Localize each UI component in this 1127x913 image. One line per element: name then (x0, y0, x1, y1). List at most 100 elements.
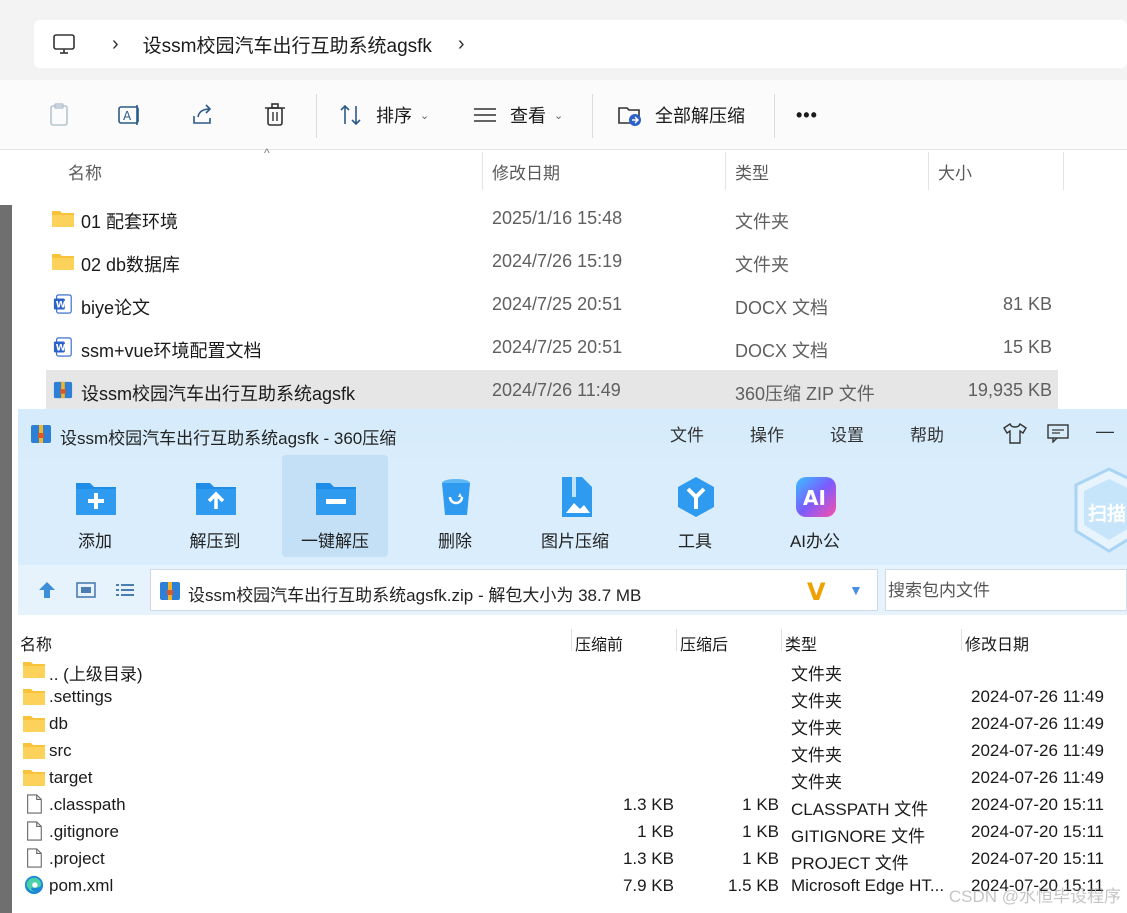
minimize-button[interactable]: — (1096, 421, 1114, 442)
archive-search-box[interactable] (885, 569, 1127, 611)
thumbnail-view-icon[interactable] (75, 579, 97, 601)
entry-type: 文件夹 (791, 773, 842, 792)
column-divider[interactable] (961, 629, 962, 651)
menu-operation[interactable]: 操作 (750, 421, 784, 446)
archive-search-input[interactable] (888, 578, 1118, 604)
ribbon-image-compress-button[interactable]: 图片压缩 (522, 459, 628, 559)
zip-archive-icon (160, 582, 180, 600)
v-logo-icon[interactable]: V (807, 578, 826, 606)
ribbon-one-click-extract-label: 一键解压 (301, 532, 369, 551)
entry-size-after: 1.5 KB (727, 876, 779, 895)
column-divider[interactable] (1063, 152, 1064, 190)
entry-type: 文件夹 (791, 719, 842, 738)
chevron-down-icon[interactable]: ▼ (849, 582, 863, 598)
archive-entry-row[interactable]: .gitignore 1 KB 1 KB GITIGNORE 文件 2024-0… (18, 818, 1127, 846)
toolbar-divider (774, 94, 775, 138)
ribbon-one-click-extract-button[interactable]: 一键解压 (282, 455, 388, 557)
column-header-name[interactable]: 名称 (20, 631, 52, 655)
file-type: 文件夹 (735, 255, 789, 275)
paste-button[interactable] (46, 80, 72, 150)
column-header-after[interactable]: 压缩后 (680, 631, 728, 655)
tools-icon (678, 477, 714, 517)
column-divider[interactable] (928, 152, 929, 190)
extract-folder-icon (618, 107, 641, 126)
word-doc-icon: W (53, 294, 72, 314)
chevron-right-icon[interactable]: › (112, 33, 119, 56)
column-header-size[interactable]: 大小 (938, 150, 972, 192)
menu-help[interactable]: 帮助 (910, 421, 944, 446)
list-view-icon[interactable] (114, 579, 136, 601)
archiver-nav-bar: 设ssm校园汽车出行互助系统agsfk.zip - 解包大小为 38.7 MB … (18, 565, 1127, 615)
up-arrow-icon[interactable] (36, 579, 58, 601)
scan-badge[interactable]: 扫描 (1074, 467, 1127, 553)
archive-entry-row[interactable]: target 文件夹 2024-07-26 11:49 (18, 764, 1127, 792)
file-row[interactable]: 02 db数据库 2024/7/26 15:19 文件夹 (46, 241, 1058, 281)
zip-archive-icon (53, 381, 73, 399)
ai-badge-text: AI (803, 486, 826, 510)
archive-path-box[interactable]: 设ssm校园汽车出行互助系统agsfk.zip - 解包大小为 38.7 MB … (150, 569, 878, 611)
archive-entry-row[interactable]: .classpath 1.3 KB 1 KB CLASSPATH 文件 2024… (18, 791, 1127, 819)
file-size: 15 KB (1002, 337, 1052, 357)
ribbon-delete-button[interactable]: 删除 (402, 459, 508, 559)
breadcrumb-folder[interactable]: 设ssm校园汽车出行互助系统agsfk (143, 31, 432, 58)
column-header-modified[interactable]: 修改日期 (492, 150, 560, 192)
column-divider[interactable] (482, 152, 483, 190)
ribbon-delete-label: 删除 (438, 532, 472, 551)
sort-icon (340, 104, 361, 126)
sort-button[interactable]: 排序 ⌄ (338, 80, 429, 150)
ribbon-ai-office-button[interactable]: AI AI办公 (762, 459, 868, 559)
column-divider[interactable] (725, 152, 726, 190)
address-bar[interactable]: › 设ssm校园汽车出行互助系统agsfk › (34, 20, 1127, 68)
delete-button[interactable] (262, 80, 288, 150)
file-row[interactable]: W ssm+vue环境配置文档 2024/7/25 20:51 DOCX 文档 … (46, 327, 1058, 367)
entry-date: 2024-07-26 11:49 (971, 741, 1104, 760)
menu-file[interactable]: 文件 (670, 421, 704, 446)
chevron-right-icon[interactable]: › (458, 33, 465, 56)
ribbon-tools-label: 工具 (678, 532, 712, 551)
folder-icon (23, 689, 45, 705)
share-button[interactable] (190, 80, 216, 150)
ribbon-tools-button[interactable]: 工具 (642, 459, 748, 559)
file-row[interactable]: 01 配套环境 2025/1/16 15:48 文件夹 (46, 198, 1058, 238)
column-header-type[interactable]: 类型 (785, 631, 817, 655)
column-header-modified[interactable]: 修改日期 (965, 631, 1029, 655)
file-date: 2024/7/25 20:51 (492, 294, 623, 314)
file-name: 01 配套环境 (81, 212, 179, 232)
ribbon-add-button[interactable]: 添加 (42, 459, 148, 559)
archiver-title-bar[interactable]: 设ssm校园汽车出行互助系统agsfk - 360压缩 文件 操作 设置 帮助 … (18, 409, 1127, 459)
entry-name: pom.xml (49, 876, 114, 895)
ribbon-extract-to-label: 解压到 (189, 532, 241, 551)
archive-entry-row[interactable]: .settings 文件夹 2024-07-26 11:49 (18, 683, 1127, 711)
column-divider[interactable] (781, 629, 782, 651)
feedback-icon[interactable] (1046, 423, 1070, 443)
more-options-button[interactable]: ••• (796, 80, 818, 150)
clipboard-icon (50, 103, 68, 126)
column-header-before[interactable]: 压缩前 (575, 631, 623, 655)
column-divider[interactable] (571, 629, 572, 651)
menu-settings[interactable]: 设置 (830, 421, 864, 446)
file-row-selected[interactable]: 设ssm校园汽车出行互助系统agsfk 2024/7/26 11:49 360压… (46, 370, 1058, 410)
archive-entry-row[interactable]: db 文件夹 2024-07-26 11:49 (18, 710, 1127, 738)
ribbon-extract-to-button[interactable]: 解压到 (162, 459, 268, 559)
archive-entry-row[interactable]: .. (上级目录) 文件夹 (18, 656, 1127, 684)
folder-icon (52, 254, 74, 270)
share-icon (193, 104, 212, 124)
command-bar: A 排序 ⌄ 查看 ⌄ 全部解压缩 ••• (0, 80, 1127, 150)
archive-entry-row[interactable]: .project 1.3 KB 1 KB PROJECT 文件 2024-07-… (18, 845, 1127, 873)
skin-shirt-icon[interactable] (1003, 422, 1027, 444)
archive-list-header: 名称 压缩前 压缩后 类型 修改日期 (18, 625, 1127, 655)
entry-date: 2024-07-20 15:11 (971, 795, 1104, 814)
sort-ascending-icon: ^ (264, 146, 270, 160)
computer-icon[interactable] (52, 32, 76, 56)
archive-entry-row[interactable]: src 文件夹 2024-07-26 11:49 (18, 737, 1127, 765)
rename-button[interactable]: A (117, 80, 143, 150)
column-header-name[interactable]: 名称 (68, 150, 102, 192)
more-dots-icon: ••• (796, 104, 818, 125)
entry-date: 2024-07-20 15:11 (971, 849, 1104, 868)
column-header-type[interactable]: 类型 (735, 150, 769, 192)
chevron-down-icon: ⌄ (554, 109, 564, 122)
view-button[interactable]: 查看 ⌄ (472, 80, 563, 150)
extract-all-button[interactable]: 全部解压缩 (617, 80, 745, 150)
file-row[interactable]: W biye论文 2024/7/25 20:51 DOCX 文档 81 KB (46, 284, 1058, 324)
column-divider[interactable] (676, 629, 677, 651)
